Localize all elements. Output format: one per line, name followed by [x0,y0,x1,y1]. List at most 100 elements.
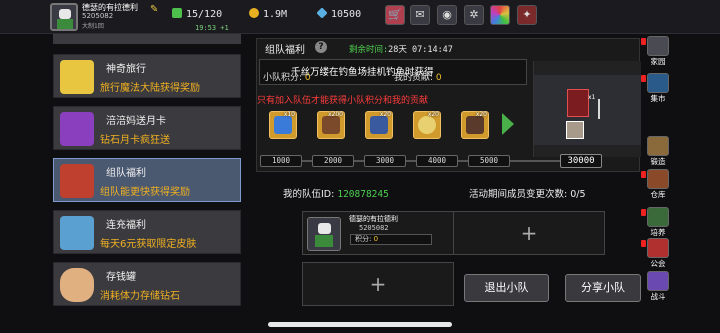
chest-icon [60,164,94,198]
nav-guild[interactable]: 公会 [641,238,672,268]
fishing-rod-icon [598,99,600,119]
milestone-max[interactable]: 30000 [560,154,602,168]
crystal-icon [60,216,94,250]
member-id: 5205082 [359,224,389,232]
sidebar-item-title: 涪涪妈送月卡 [106,116,166,127]
nav-label: 家园 [650,57,666,66]
gem-value: 10500 [331,9,362,20]
sidebar-item-piggy-bank[interactable]: 存钱罐 消耗体力存储钻石 [53,262,241,306]
milestone[interactable]: 5000 [468,155,510,167]
nav-forge[interactable]: 锻造 [644,136,672,166]
sidebar-item-recharge[interactable]: 连充福利 每天6元获取限定皮肤 [53,210,241,254]
anvil-icon [647,136,669,156]
gold-counter: 1.9M [249,8,287,20]
milestone-progress: 1000 2000 3000 4000 5000 30000 [260,152,602,170]
piggy-bank-icon [60,268,94,302]
mail-icon: ✉ [415,8,425,21]
sidebar-item-monthly-card[interactable]: 涪涪妈送月卡 钻石月卡疯狂送 [53,106,241,150]
stamina-value: 15/120 [186,9,223,20]
home-icon [647,36,669,56]
sidebar-item-title: 存钱罐 [106,272,136,283]
sword-icon [322,116,340,134]
scroll-icon [466,116,484,134]
changes-value: 0/5 [570,189,586,200]
battle-icon [647,271,669,291]
member-points: 积分: 0 [350,234,432,245]
reward-item[interactable]: x200 [317,111,345,139]
nav-market[interactable]: 集市 [641,73,672,103]
mail-button[interactable]: ✉ [410,5,430,25]
sidebar-item-title: 连充福利 [106,220,146,231]
rainbow-button[interactable] [490,5,510,25]
help-icon[interactable]: ? [315,41,327,53]
leave-team-button[interactable]: 退出小队 [464,274,549,302]
player-avatar[interactable] [50,3,78,31]
member-slot-empty[interactable]: + [453,211,605,255]
reward-qty: x10 [283,111,295,118]
add-member-icon: + [369,272,387,296]
nav-label: 培养 [650,228,666,237]
nav-battle[interactable]: 战斗 [644,271,672,301]
reward-item[interactable]: x20 [461,111,489,139]
reward-item[interactable]: x20 [413,111,441,139]
milestone[interactable]: 1000 [260,155,302,167]
sidebar-item-team-welfare[interactable]: 组队福利 组队能更快获得奖励 [53,158,241,202]
arrow-right-icon[interactable] [502,113,514,135]
shop-button[interactable]: 🛒 [385,5,405,25]
gear-icon: ✲ [469,8,479,21]
gold-coin-icon [249,8,259,18]
sidebar-item-journey[interactable]: 神奇旅行 旅行魔法大陆获得奖励 [53,54,241,98]
notification-dot [641,38,646,45]
reward-item[interactable]: x20 [365,111,393,139]
sidebar-item-subtitle: 钻石月卡疯狂送 [100,135,170,146]
avatar-body [57,19,73,29]
card-icon [60,112,94,146]
nav-warehouse[interactable]: 仓库 [641,169,672,199]
remaining-label: 剩余时间: [349,45,389,55]
sidebar-item-subtitle: 消耗体力存储钻石 [100,291,180,302]
gamepad-button[interactable]: ◉ [437,5,457,25]
avatar-body [315,235,333,247]
changes-label: 活动期间成员变更次数: [469,189,568,200]
lightning-icon [274,116,292,134]
featured-reward[interactable] [533,61,641,157]
scroll-icon [60,60,94,94]
edit-icon[interactable]: ✎ [150,5,160,15]
member-slot-filled[interactable]: 德瑟的有拉德利 5205082 积分: 0 [302,211,454,255]
sidebar-partial-item[interactable] [53,34,241,44]
team-id-value: 120878245 [337,189,389,200]
milestone[interactable]: 2000 [312,155,354,167]
reward-item[interactable]: x10 [269,111,297,139]
settings-button[interactable]: ✲ [464,5,484,25]
nav-label: 锻造 [650,157,666,166]
milestone[interactable]: 4000 [416,155,458,167]
member-name: 德瑟的有拉德利 [349,215,398,223]
notification-dot [641,75,646,82]
clock: 19:53 +1 [195,24,229,32]
reward-qty: x20 [475,111,487,118]
event-button[interactable]: ✦ [517,5,537,25]
event-icon: ✦ [522,8,532,21]
remaining-value: 28天 07:14:47 [388,45,453,55]
share-team-button[interactable]: 分享小队 [565,274,641,302]
notification-dot [641,240,646,247]
sidebar-item-title: 神奇旅行 [106,64,146,75]
member-changes: 活动期间成员变更次数: 0/5 [469,186,586,200]
nav-label: 集市 [650,94,666,103]
sidebar-item-title: 组队福利 [106,168,146,179]
nav-cultivate[interactable]: 培养 [641,207,672,237]
gem-icon [316,7,328,19]
home-indicator[interactable] [268,322,452,327]
team-id: 我的队伍ID: 120878245 [283,186,389,200]
notification-dot [641,209,646,216]
member-slot-empty[interactable]: + [302,262,454,306]
member-points-value: 0 [373,235,379,243]
stamina-icon [172,8,182,18]
featured-item-icon [566,121,584,139]
guild-icon [647,238,669,258]
nav-home[interactable]: 家园 [641,36,672,66]
team-id-label: 我的队伍ID: [283,189,335,200]
nav-label: 仓库 [650,190,666,199]
featured-qty: x1 [588,94,596,101]
milestone[interactable]: 3000 [364,155,406,167]
